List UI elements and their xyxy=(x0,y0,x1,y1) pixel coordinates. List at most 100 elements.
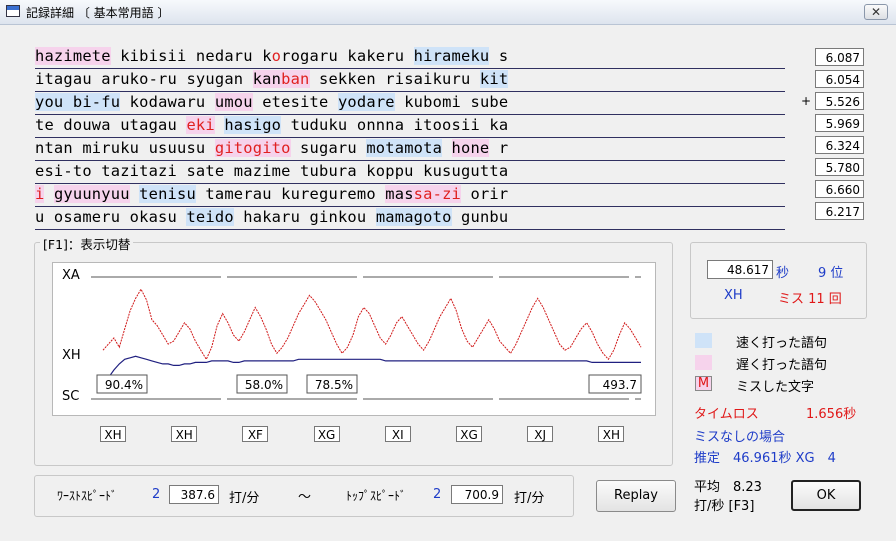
nomiss-label: ミスなしの場合 xyxy=(694,430,786,445)
fast-word: yodare xyxy=(337,93,395,111)
speed-chart-svg: 90.4% 58.0% 78.5% 493.7 xyxy=(91,276,642,400)
rank-label: 9 位 xyxy=(818,266,844,281)
line-score-field: 6.660 xyxy=(815,180,864,198)
top-speed-label: ﾄｯﾌﾟｽﾋﾟｰﾄﾞ xyxy=(346,489,407,503)
typed-text-area: hazimete kibisii nedaru korogaru kakeru … xyxy=(35,46,785,230)
text-line: u osameru okasu teido hakaru ginkou mama… xyxy=(35,207,785,230)
text-segment: esi-to tazitazi sate mazime tubura koppu… xyxy=(35,162,509,180)
line-score-field: 5.969 xyxy=(815,114,864,132)
top-speed-unit: 打/分 xyxy=(514,491,545,506)
missed-chars: eki xyxy=(186,116,215,134)
text-segment: kodawaru xyxy=(120,93,215,111)
legend-fast: 速く打った語句 xyxy=(736,336,828,351)
text-segment xyxy=(44,185,53,203)
tilde: ～ xyxy=(298,490,312,505)
chart-group-label[interactable]: [F1]：表示切替 xyxy=(40,234,134,253)
missed-chars: o xyxy=(271,47,282,65)
text-segment: orir xyxy=(461,185,509,203)
level-label: XH xyxy=(724,288,743,303)
timeloss-value: 1.656秒 xyxy=(806,407,857,422)
slow-word: umou xyxy=(214,93,253,111)
worst-speed-field: 387.6 xyxy=(169,485,219,504)
text-segment xyxy=(130,185,139,203)
text-segment: s xyxy=(489,47,509,65)
fast-word: tenisu xyxy=(139,185,196,203)
speed-chart: 90.4% 58.0% 78.5% 493.7 xyxy=(52,262,656,416)
nomiss-estimate: 推定 46.961秒 XG 4 xyxy=(694,451,836,466)
fast-swatch xyxy=(695,333,712,348)
ok-button[interactable]: OK xyxy=(791,480,861,511)
text-segment: ntan miruku usuusu xyxy=(35,139,215,157)
top-speed-field: 700.9 xyxy=(451,485,503,504)
average-line2: 打/秒 [F3] xyxy=(694,499,755,514)
text-segment: kubomi sube xyxy=(394,93,509,111)
text-segment: hakaru ginkou xyxy=(233,208,376,226)
annotation-label: 493.7 xyxy=(603,378,637,392)
text-segment: r xyxy=(489,139,509,157)
slow-word: gyuunyuu xyxy=(53,185,130,203)
line-score-field: 6.324 xyxy=(815,136,864,154)
fast-word: mamagoto xyxy=(375,208,452,226)
text-segment: te douwa utagau xyxy=(35,116,187,134)
missed-chars: sa-zi xyxy=(413,185,462,203)
text-line: ntan miruku usuusu gitogito sugaru motam… xyxy=(35,138,785,161)
time-field: 48.617 xyxy=(707,260,773,279)
miss-count: ミス 11 回 xyxy=(778,292,842,307)
line-score-field: 5.780 xyxy=(815,158,864,176)
text-segment: itagau aruko-ru syugan xyxy=(35,70,253,88)
timeloss-label: タイムロス xyxy=(694,407,759,422)
slow-word: mas xyxy=(385,185,414,203)
top-speed-index: 2 xyxy=(433,487,442,502)
y-label-xh: XH xyxy=(62,348,81,363)
text-segment xyxy=(215,116,224,134)
text-segment: u osameru okasu xyxy=(35,208,187,226)
annotation-label: 58.0% xyxy=(245,378,283,392)
text-segment: tamerau kureguremo xyxy=(195,185,386,203)
title-bar: 記録詳細 〔 基本常用語 〕 ✕ xyxy=(0,0,896,25)
text-segment: sekken risaikuru xyxy=(309,70,480,88)
line-score-field: 6.217 xyxy=(815,202,864,220)
fast-word: kit xyxy=(479,70,509,88)
missed-chars: ban xyxy=(281,70,310,88)
segment-level-box: XJ xyxy=(527,426,554,442)
missed-chars: gitogito xyxy=(214,139,291,157)
fast-word: teido xyxy=(186,208,234,226)
segment-level-box: XH xyxy=(100,426,126,442)
fast-word: motamota xyxy=(366,139,443,157)
replay-button[interactable]: Replay xyxy=(596,480,676,512)
text-line: esi-to tazitazi sate mazime tubura koppu… xyxy=(35,161,785,184)
line-score-field: 6.054 xyxy=(815,70,864,88)
text-line: te douwa utagau eki hasigo tuduku onnna … xyxy=(35,115,785,138)
text-segment: sugaru xyxy=(290,139,367,157)
text-line: i gyuunyuu tenisu tamerau kureguremo mas… xyxy=(35,184,785,207)
segment-level-box: XH xyxy=(171,426,198,442)
y-label-sc: SC xyxy=(62,389,80,404)
worst-speed-unit: 打/分 xyxy=(229,491,260,506)
slow-word: kan xyxy=(252,70,282,88)
slow-word: hone xyxy=(451,139,490,157)
text-segment xyxy=(442,139,451,157)
fast-word: hasigo xyxy=(224,116,282,134)
segment-level-box: XI xyxy=(384,426,411,442)
annotation-label: 90.4% xyxy=(105,378,143,392)
text-segment: rogaru kakeru xyxy=(281,47,414,65)
worst-speed-label: ﾜｰｽﾄｽﾋﾟｰﾄﾞ xyxy=(57,489,118,503)
y-label-xa: XA xyxy=(62,268,80,283)
legend-miss: ミスした文字 xyxy=(736,380,815,395)
app-icon xyxy=(6,5,20,17)
miss-swatch: M xyxy=(695,376,712,391)
worst-speed-index: 2 xyxy=(152,487,161,502)
average-line1: 平均 8.23 xyxy=(694,480,762,495)
line-score-field: 5.526 xyxy=(815,92,864,110)
segment-level-box: XH xyxy=(598,426,625,442)
time-unit: 秒 xyxy=(776,266,790,281)
segment-level-box: XG xyxy=(313,426,340,442)
text-line: itagau aruko-ru syugan kanban sekken ris… xyxy=(35,69,785,92)
window-title: 記録詳細 〔 基本常用語 〕 xyxy=(26,6,170,20)
text-line: hazimete kibisii nedaru korogaru kakeru … xyxy=(35,46,785,69)
text-segment: tuduku onnna itoosii ka xyxy=(281,116,509,134)
average-series-line xyxy=(102,355,641,382)
close-button[interactable]: ✕ xyxy=(864,4,888,20)
plus-mark: + xyxy=(801,94,812,108)
text-segment: gunbu xyxy=(451,208,509,226)
